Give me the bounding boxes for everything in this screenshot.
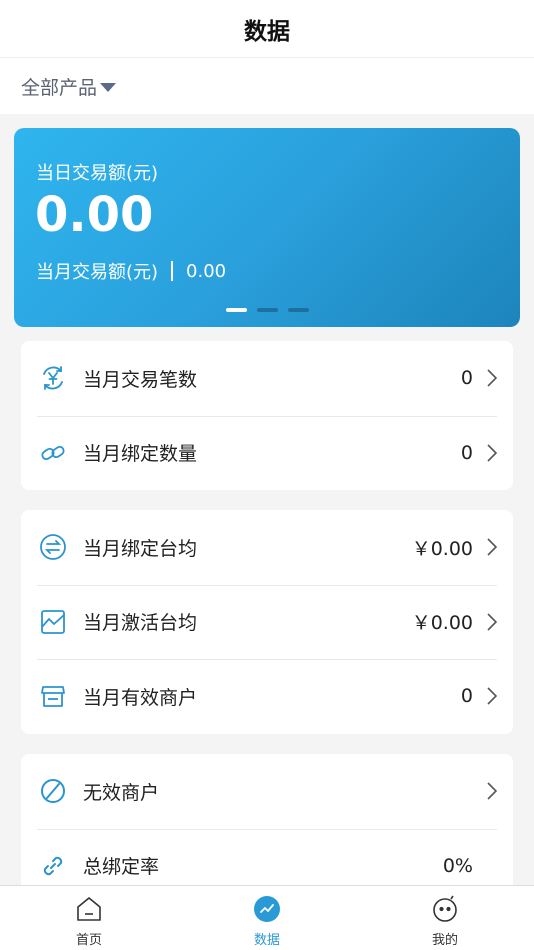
- chevron-right-icon: [487, 538, 497, 556]
- tab-label[interactable]: 数据: [254, 929, 280, 948]
- row-value: 0: [460, 367, 473, 390]
- pagination-dot-3[interactable]: [288, 308, 309, 312]
- exchange-icon: [39, 533, 67, 561]
- top-header: 数据: [0, 0, 534, 58]
- tab-profile[interactable]: 我的: [356, 886, 534, 950]
- product-filter-label[interactable]: 全部产品: [21, 73, 97, 100]
- bottom-tab-bar: 首页 数据 我的: [0, 885, 534, 950]
- row-label: 总绑定率: [83, 856, 160, 879]
- row-value: 0: [460, 441, 473, 464]
- row-label: 当月绑定台均: [83, 537, 198, 560]
- ban-icon: [39, 777, 67, 805]
- banner-pagination: [226, 308, 309, 312]
- home-icon[interactable]: [75, 895, 103, 923]
- link-icon: [39, 439, 67, 467]
- row-value: ￥0.00: [411, 612, 473, 635]
- pagination-dot-2[interactable]: [257, 308, 278, 312]
- monthly-amount-label: 当月交易额(元): [36, 262, 159, 283]
- product-filter[interactable]: 全部产品: [0, 58, 534, 114]
- tab-home[interactable]: 首页: [0, 886, 178, 950]
- row-value: 0%: [442, 854, 473, 877]
- row-label: 无效商户: [83, 781, 160, 804]
- tab-label[interactable]: 我的: [432, 929, 458, 948]
- data-icon[interactable]: [253, 895, 281, 923]
- chevron-right-icon: [487, 444, 497, 462]
- chain-icon: [39, 852, 67, 880]
- divider: [171, 261, 174, 281]
- row-monthly-transaction-count[interactable]: 当月交易笔数 0: [21, 341, 513, 416]
- pagination-dot-1[interactable]: [226, 308, 247, 312]
- chevron-right-icon: [487, 369, 497, 387]
- tab-label[interactable]: 首页: [76, 929, 102, 948]
- row-value: 0: [460, 685, 473, 708]
- transaction-banner[interactable]: 当日交易额(元) 0.00 当月交易额(元) 0.00: [14, 128, 520, 327]
- row-invalid-merchants[interactable]: 无效商户: [21, 754, 513, 829]
- row-label: 当月绑定数量: [83, 443, 198, 466]
- monthly-amount: 当月交易额(元) 0.00: [36, 258, 226, 284]
- row-monthly-activation-average[interactable]: 当月激活台均 ￥0.00: [21, 584, 513, 660]
- daily-amount-value: 0.00: [35, 187, 154, 243]
- store-icon: [39, 682, 67, 710]
- row-monthly-active-merchants[interactable]: 当月有效商户 0: [21, 659, 513, 734]
- stats-card-3: 无效商户 总绑定率 0%: [21, 754, 513, 903]
- row-monthly-bind-count[interactable]: 当月绑定数量 0: [21, 415, 513, 491]
- row-label: 当月激活台均: [83, 612, 198, 635]
- monthly-amount-value: 0.00: [186, 260, 227, 282]
- stats-card-1: 当月交易笔数 0 当月绑定数量 0: [21, 341, 513, 490]
- profile-icon[interactable]: [431, 895, 459, 923]
- chart-icon: [39, 608, 67, 636]
- chevron-right-icon: [487, 687, 497, 705]
- row-label: 当月交易笔数: [83, 368, 198, 391]
- page-title: 数据: [244, 18, 290, 45]
- chevron-right-icon: [487, 782, 497, 800]
- row-monthly-bind-average[interactable]: 当月绑定台均 ￥0.00: [21, 510, 513, 585]
- tab-data[interactable]: 数据: [178, 886, 356, 950]
- daily-amount-label: 当日交易额(元): [36, 163, 159, 184]
- caret-down-icon[interactable]: [100, 82, 117, 92]
- chevron-right-icon: [487, 613, 497, 631]
- yen-cycle-icon: [39, 364, 67, 392]
- row-value: ￥0.00: [411, 537, 473, 560]
- stats-card-2: 当月绑定台均 ￥0.00 当月激活台均 ￥0.00 当月有效商户 0: [21, 510, 513, 734]
- row-label: 当月有效商户: [83, 686, 198, 709]
